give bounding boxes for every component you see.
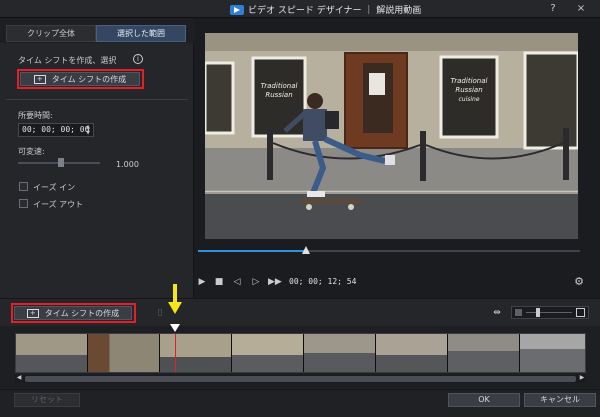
- playback-progress: [198, 250, 306, 252]
- stop-icon[interactable]: ■: [213, 276, 225, 288]
- speed-label: 可変速:: [18, 147, 45, 156]
- title-wrap: ビデオ スピード デザイナー ｜ 解説用動画: [230, 3, 421, 16]
- video-frame-image: Traditional Russian Traditional Russian …: [205, 33, 578, 239]
- window-title: ビデオ スピード デザイナー ｜ 解説用動画: [248, 6, 422, 16]
- zoom-control: [511, 306, 589, 319]
- ok-button[interactable]: OK: [448, 393, 520, 407]
- scroll-left-icon[interactable]: ◀: [15, 374, 23, 382]
- thumbnail-frame: [88, 334, 160, 372]
- zoom-slider-track[interactable]: [526, 312, 572, 313]
- ease-in-checkbox[interactable]: [19, 182, 28, 191]
- thumbnail-frame: [448, 334, 520, 372]
- help-button[interactable]: ?: [546, 2, 560, 16]
- thumbnail-timeline[interactable]: [15, 333, 586, 373]
- reset-button[interactable]: リセット: [14, 393, 80, 407]
- duration-label: 所要時間:: [18, 111, 53, 120]
- zoom-in-icon[interactable]: [576, 308, 585, 317]
- range-tabs: クリップ全体 選択した範囲: [6, 25, 186, 42]
- close-button[interactable]: ×: [574, 2, 588, 16]
- thumbnail-frame: [376, 334, 448, 372]
- highlight-frame: [11, 303, 136, 323]
- title-bar: ビデオ スピード デザイナー ｜ 解説用動画 ? ×: [0, 0, 600, 18]
- timecode-display: 00; 00; 12; 54: [289, 277, 357, 286]
- speed-slider-handle[interactable]: [58, 158, 64, 167]
- svg-text:cuisine: cuisine: [458, 96, 479, 103]
- playhead-marker-icon[interactable]: [170, 324, 180, 333]
- timeline-scrollbar-thumb[interactable]: [25, 376, 576, 382]
- svg-text:Russian: Russian: [265, 91, 292, 99]
- play-icon[interactable]: ▶: [196, 276, 208, 288]
- thumbnail-frame: [304, 334, 376, 372]
- tab-whole-clip[interactable]: クリップ全体: [6, 25, 96, 42]
- duration-field[interactable]: 00; 00; 00; 00: [18, 123, 94, 137]
- zoom-slider-handle[interactable]: [536, 308, 540, 317]
- scroll-right-icon[interactable]: ▶: [578, 374, 586, 382]
- playhead-line: [175, 334, 176, 372]
- playback-scrubber-handle[interactable]: [302, 246, 310, 254]
- app-logo-icon: [230, 4, 244, 15]
- divider: [6, 99, 188, 100]
- prev-frame-icon[interactable]: ◁: [231, 276, 243, 288]
- delete-icon[interactable]: ▯: [154, 307, 166, 319]
- gear-icon[interactable]: ⚙: [573, 276, 585, 288]
- highlight-frame: [17, 69, 144, 89]
- thumbnail-frame: [160, 334, 232, 372]
- zoom-out-icon[interactable]: [515, 309, 522, 316]
- thumbnail-frame: [520, 334, 585, 372]
- svg-text:Traditional: Traditional: [451, 77, 488, 85]
- fast-forward-icon[interactable]: ▶▶: [268, 276, 282, 288]
- speed-value: 1.000: [116, 160, 139, 169]
- ease-in-label: イーズ イン: [33, 183, 76, 192]
- cancel-button[interactable]: キャンセル: [524, 393, 596, 407]
- sign-text-left: Traditional: [261, 82, 298, 90]
- thumbnail-frame: [16, 334, 88, 372]
- annotation-arrow-icon: [168, 284, 182, 314]
- instruction-label: タイム シフトを作成、選択: [18, 56, 117, 65]
- svg-text:Russian: Russian: [455, 86, 482, 94]
- ease-out-label: イーズ アウト: [33, 200, 84, 209]
- ease-out-checkbox[interactable]: [19, 199, 28, 208]
- video-preview[interactable]: Traditional Russian Traditional Russian …: [205, 33, 578, 239]
- duration-stepper[interactable]: ▲ ▼: [84, 124, 92, 136]
- next-frame-icon[interactable]: ▷: [250, 276, 262, 288]
- thumbnail-frame: [232, 334, 304, 372]
- fit-width-icon[interactable]: ⇹: [491, 307, 503, 319]
- tab-selected-range[interactable]: 選択した範囲: [96, 25, 186, 42]
- info-icon[interactable]: i: [133, 54, 143, 64]
